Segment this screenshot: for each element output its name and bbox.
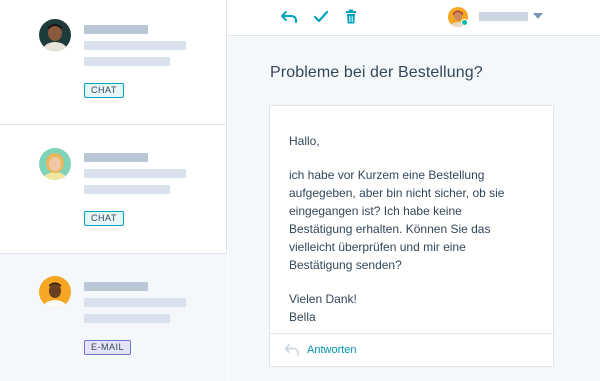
channel-badge: CHAT	[84, 211, 124, 226]
check-icon[interactable]	[311, 7, 331, 27]
email-body-line: vielleicht überprüfen und mir eine	[289, 240, 466, 254]
channel-badge: E-MAIL	[84, 340, 132, 355]
reply-arrow-icon	[284, 343, 300, 357]
owner-name-placeholder	[479, 12, 528, 21]
contact-name-placeholder	[84, 153, 148, 162]
avatar	[39, 276, 71, 308]
preview-line-placeholder	[84, 314, 170, 323]
reply-icon[interactable]	[279, 7, 299, 27]
email-thread-view: Probleme bei der Bestellung? Hallo, ich …	[228, 37, 600, 381]
preview-line-placeholder	[84, 185, 170, 194]
conversation-item-selected[interactable]: E-MAIL	[0, 254, 227, 381]
email-body-line: eingegangen ist? Ich habe keine	[289, 204, 462, 218]
email-greeting: Hallo,	[289, 134, 320, 148]
email-body-line: Bestätigung erhalten. Können Sie das	[289, 222, 491, 236]
email-body-line: ich habe vor Kurzem eine Bestellung	[289, 168, 485, 182]
email-signature: Bella	[289, 310, 316, 324]
avatar	[39, 148, 71, 180]
contact-name-placeholder	[84, 25, 148, 34]
email-subject: Probleme bei der Bestellung?	[270, 64, 483, 81]
email-body-line: Bestätigung senden?	[289, 258, 402, 272]
preview-line-placeholder	[84, 41, 186, 50]
contact-name-placeholder	[84, 282, 148, 291]
channel-badge: CHAT	[84, 83, 124, 98]
chevron-down-icon[interactable]	[533, 13, 543, 19]
reply-button-label: Antworten	[307, 344, 357, 356]
email-body: Hallo, ich habe vor Kurzem eine Bestellu…	[289, 132, 539, 326]
thread-toolbar	[228, 0, 600, 36]
preview-line-placeholder	[84, 298, 186, 307]
preview-line-placeholder	[84, 57, 170, 66]
conversation-list: CHAT CHAT E-MAIL	[0, 0, 227, 381]
trash-icon[interactable]	[341, 7, 361, 27]
online-status-indicator	[461, 19, 468, 26]
email-body-line: aufgegeben, aber bin nicht sicher, ob si…	[289, 186, 505, 200]
reply-button[interactable]: Antworten	[270, 333, 553, 366]
preview-line-placeholder	[84, 169, 186, 178]
conversation-item[interactable]: CHAT	[0, 125, 227, 254]
conversation-item[interactable]: CHAT	[0, 0, 227, 125]
email-message-card: Hallo, ich habe vor Kurzem eine Bestellu…	[269, 105, 554, 367]
email-closing: Vielen Dank!	[289, 292, 357, 306]
avatar	[39, 19, 71, 51]
